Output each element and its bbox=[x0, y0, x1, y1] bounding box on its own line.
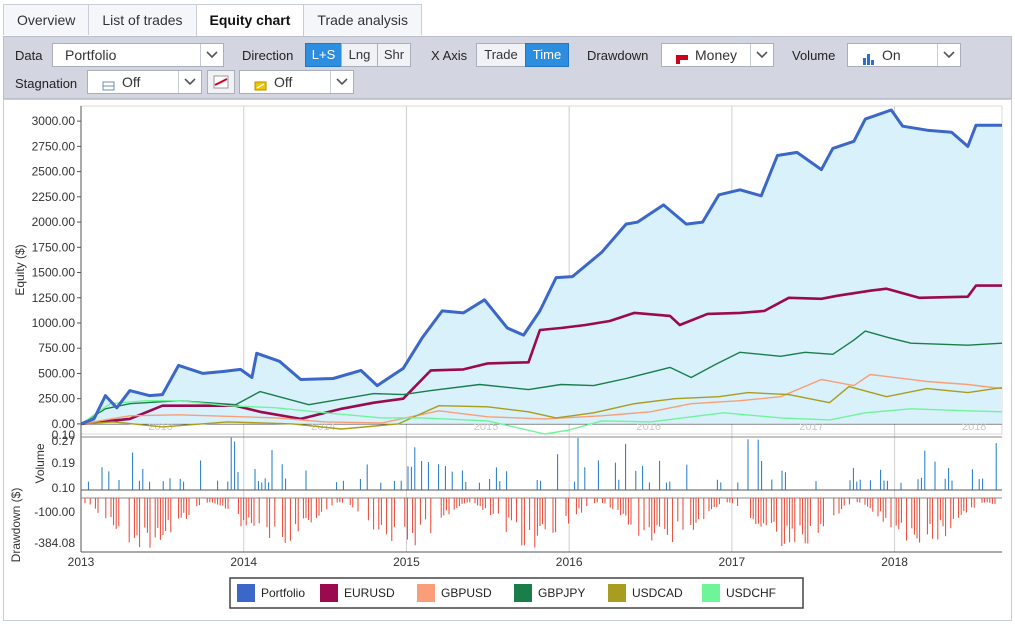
volume-label: Volume bbox=[792, 48, 836, 63]
stagnation-label: Stagnation bbox=[15, 76, 78, 91]
legend-swatch bbox=[237, 584, 255, 602]
volume-select-value: On bbox=[882, 47, 901, 63]
legend-swatch bbox=[702, 584, 720, 602]
equity-tick-label: 1750.00 bbox=[32, 240, 76, 254]
equity-tick-label: 2250.00 bbox=[32, 190, 76, 204]
xaxis-trade-button[interactable]: Trade bbox=[476, 43, 526, 67]
x-tick-label: 2017 bbox=[719, 555, 746, 569]
equity-tick-label: 3000.00 bbox=[32, 114, 76, 128]
equity-y-axis: 0.00 250.00 500.00 750.00 1000.00 1250.0… bbox=[32, 114, 76, 431]
legend-swatch bbox=[320, 584, 338, 602]
trendline-button[interactable] bbox=[207, 70, 235, 94]
drawdown-y-axis: -100.00 -384.08 bbox=[34, 505, 75, 550]
legend-item-eurusd[interactable]: EURUSD bbox=[320, 584, 395, 602]
data-label: Data bbox=[15, 48, 43, 63]
drawdown-bars bbox=[81, 497, 1002, 553]
volume-tick-label: 0.10 bbox=[52, 481, 76, 495]
data-select-value: Portfolio bbox=[65, 47, 117, 63]
volume-tick-label: 0.10 bbox=[52, 428, 76, 442]
volume-select[interactable]: On bbox=[847, 43, 961, 67]
equity-axis-title: Equity ($) bbox=[13, 244, 27, 295]
equity-tick-label: 2750.00 bbox=[32, 139, 76, 153]
legend-label: EURUSD bbox=[344, 586, 395, 600]
drawdown-tick-label: -100.00 bbox=[34, 505, 75, 519]
legend-label: USDCAD bbox=[632, 586, 683, 600]
chart-legend: Portfolio EURUSD GBPUSD GBPJPY USDCAD US… bbox=[229, 577, 804, 609]
trend-icon bbox=[254, 76, 268, 98]
legend-swatch bbox=[514, 584, 532, 602]
drawdown-label: Drawdown bbox=[587, 48, 649, 63]
tab-list-of-trades[interactable]: List of trades bbox=[88, 4, 197, 35]
drawdown-money-icon bbox=[675, 49, 689, 71]
equity-tick-label: 250.00 bbox=[38, 392, 75, 406]
stagnation-select-value: Off bbox=[122, 74, 141, 90]
drawdown-tick-label: -384.08 bbox=[34, 536, 75, 550]
tab-overview[interactable]: Overview bbox=[3, 4, 90, 35]
tab-equity-chart[interactable]: Equity chart bbox=[195, 4, 305, 37]
equity-tick-label: 750.00 bbox=[38, 341, 75, 355]
x-tick-label: 2016 bbox=[556, 555, 583, 569]
equity-tick-label: 1000.00 bbox=[32, 316, 76, 330]
legend-item-usdcad[interactable]: USDCAD bbox=[608, 584, 683, 602]
chevron-down-icon bbox=[200, 44, 223, 66]
xaxis-time-button[interactable]: Time bbox=[525, 43, 569, 67]
tab-bar: Overview List of trades Equity chart Tra… bbox=[3, 4, 422, 37]
drawdown-axis-title: Drawdown ($) bbox=[9, 488, 23, 563]
data-select[interactable]: Portfolio bbox=[52, 43, 224, 67]
legend-swatch bbox=[608, 584, 626, 602]
time-x-axis: 2013 2014 2015 2016 2017 2018 bbox=[68, 555, 909, 569]
volume-axis-title: Volume bbox=[33, 443, 47, 483]
direction-short-button[interactable]: Shr bbox=[377, 43, 411, 67]
legend-swatch bbox=[417, 584, 435, 602]
x-tick-label: 2014 bbox=[230, 555, 257, 569]
trend-select[interactable]: Off bbox=[239, 70, 354, 94]
tab-trade-analysis[interactable]: Trade analysis bbox=[303, 4, 422, 35]
x-tick-label: 2013 bbox=[68, 555, 95, 569]
trendline-icon bbox=[213, 75, 229, 89]
chart-area: 2013 2014 2015 2016 2017 2018 0.00 250.0… bbox=[3, 99, 1012, 621]
equity-tick-label: 2000.00 bbox=[32, 215, 76, 229]
xaxis-label: X Axis bbox=[431, 48, 468, 63]
stagnation-select[interactable]: Off bbox=[87, 70, 202, 94]
equity-tick-label: 2500.00 bbox=[32, 165, 76, 179]
legend-item-portfolio[interactable]: Portfolio bbox=[237, 584, 305, 602]
legend-label: GBPUSD bbox=[441, 586, 492, 600]
legend-item-gbpjpy[interactable]: GBPJPY bbox=[514, 584, 585, 602]
equity-chart-svg: 2013 2014 2015 2016 2017 2018 0.00 250.0… bbox=[9, 105, 1003, 609]
direction-both-button[interactable]: L+S bbox=[305, 43, 342, 67]
trend-select-value: Off bbox=[274, 74, 293, 90]
equity-tick-label: 1250.00 bbox=[32, 291, 76, 305]
chevron-down-icon bbox=[750, 44, 773, 66]
x-tick-label: 2015 bbox=[393, 555, 420, 569]
legend-label: Portfolio bbox=[261, 586, 305, 600]
drawdown-select-value: Money bbox=[695, 47, 738, 63]
volume-bars bbox=[81, 436, 1002, 491]
equity-tick-label: 500.00 bbox=[38, 366, 75, 380]
legend-label: GBPJPY bbox=[538, 586, 585, 600]
legend-item-usdchf[interactable]: USDCHF bbox=[702, 584, 776, 602]
legend-label: USDCHF bbox=[726, 586, 776, 600]
drawdown-select[interactable]: Money bbox=[661, 43, 774, 67]
volume-y-axis: 0.10 0.19 0.27 0.10 bbox=[52, 428, 76, 495]
equity-tick-label: 1500.00 bbox=[32, 266, 76, 280]
direction-long-button[interactable]: Lng bbox=[341, 43, 378, 67]
volume-tick-label: 0.19 bbox=[52, 456, 76, 470]
x-tick-label: 2018 bbox=[881, 555, 908, 569]
stagnation-icon bbox=[102, 76, 116, 98]
legend-item-gbpusd[interactable]: GBPUSD bbox=[417, 584, 492, 602]
volume-bars-icon bbox=[862, 49, 876, 71]
direction-label: Direction bbox=[242, 48, 294, 63]
chevron-down-icon bbox=[937, 44, 960, 66]
chevron-down-icon bbox=[330, 71, 353, 93]
chart-toolbar: Data Portfolio Direction L+S Lng Shr X A… bbox=[3, 36, 1012, 99]
chevron-down-icon bbox=[178, 71, 201, 93]
